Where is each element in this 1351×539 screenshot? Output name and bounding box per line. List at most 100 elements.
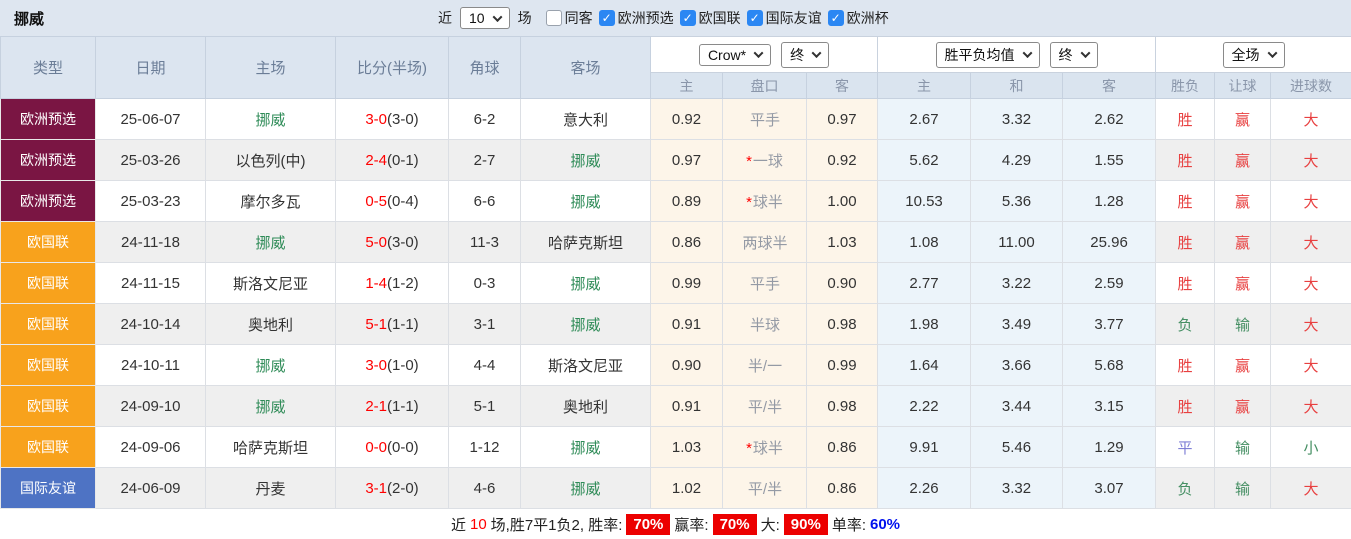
filter-label: 欧国联 bbox=[699, 8, 741, 28]
fulltime-score: 2-4 bbox=[365, 152, 387, 169]
col-header-date[interactable]: 日期 bbox=[96, 37, 206, 99]
europe-away-odds-cell: 25.96 bbox=[1063, 222, 1156, 263]
europe-odds-select-band: 胜平负均值 终 bbox=[878, 37, 1156, 73]
europe-draw-odds-cell: 3.32 bbox=[971, 99, 1063, 140]
away-team-cell[interactable]: 意大利 bbox=[521, 99, 651, 140]
filter-checkbox-欧国联[interactable] bbox=[680, 10, 696, 26]
home-team-cell[interactable]: 摩尔多瓦 bbox=[206, 181, 336, 222]
fulltime-score: 3-1 bbox=[365, 480, 387, 497]
handicap-cell: 两球半 bbox=[723, 222, 807, 263]
col-header-type[interactable]: 类型 bbox=[1, 37, 96, 99]
filter-checkbox-欧洲杯[interactable] bbox=[828, 10, 844, 26]
table-row[interactable]: 欧国联 24-09-10 挪威 2-1(1-1) 5-1 奥地利 0.91 平/… bbox=[1, 386, 1351, 427]
corner-score-cell: 11-3 bbox=[449, 222, 521, 263]
subcol-asia-home[interactable]: 主 bbox=[651, 73, 723, 99]
subcol-eu-draw[interactable]: 和 bbox=[971, 73, 1063, 99]
bookmaker-select[interactable]: Crow* bbox=[699, 44, 771, 66]
home-team-cell[interactable]: 丹麦 bbox=[206, 468, 336, 509]
away-team-cell[interactable]: 奥地利 bbox=[521, 386, 651, 427]
home-team-cell[interactable]: 奥地利 bbox=[206, 304, 336, 345]
match-date-cell: 24-11-18 bbox=[96, 222, 206, 263]
away-team-cell[interactable]: 挪威 bbox=[521, 140, 651, 181]
subcol-eu-home[interactable]: 主 bbox=[878, 73, 971, 99]
table-row[interactable]: 欧洲预选 25-06-07 挪威 3-0(3-0) 6-2 意大利 0.92 平… bbox=[1, 99, 1351, 140]
table-row[interactable]: 国际友谊 24-06-09 丹麦 3-1(2-0) 4-6 挪威 1.02 平/… bbox=[1, 468, 1351, 509]
home-team-cell[interactable]: 哈萨克斯坦 bbox=[206, 427, 336, 468]
col-header-corner[interactable]: 角球 bbox=[449, 37, 521, 99]
europe-draw-odds-cell: 4.29 bbox=[971, 140, 1063, 181]
table-row[interactable]: 欧国联 24-11-15 斯洛文尼亚 1-4(1-2) 0-3 挪威 0.99 … bbox=[1, 263, 1351, 304]
away-team-cell[interactable]: 斯洛文尼亚 bbox=[521, 345, 651, 386]
subcol-asia-handicap[interactable]: 盘口 bbox=[723, 73, 807, 99]
home-team-cell[interactable]: 以色列(中) bbox=[206, 140, 336, 181]
home-team-cell[interactable]: 挪威 bbox=[206, 345, 336, 386]
filter-list: 同客欧洲预选 欧国联国际友谊 欧洲杯 bbox=[540, 8, 889, 28]
handicap-cell: *球半 bbox=[723, 427, 807, 468]
europe-home-odds-cell: 1.98 bbox=[878, 304, 971, 345]
subcol-asia-away[interactable]: 客 bbox=[807, 73, 878, 99]
filter-item: 欧国联 bbox=[680, 8, 741, 28]
asia-odds-state-select[interactable]: 终 bbox=[781, 42, 829, 68]
score-cell: 5-0(3-0) bbox=[336, 222, 449, 263]
subcol-result[interactable]: 胜负 bbox=[1156, 73, 1215, 99]
col-header-away[interactable]: 客场 bbox=[521, 37, 651, 99]
handicap-value: 半球 bbox=[750, 317, 780, 334]
europe-odds-state-select[interactable]: 终 bbox=[1050, 42, 1098, 68]
filter-checkbox-欧洲预选[interactable] bbox=[599, 10, 615, 26]
filter-item: 国际友谊 bbox=[747, 8, 822, 28]
match-date-cell: 24-10-11 bbox=[96, 345, 206, 386]
scope-select[interactable]: 全场 bbox=[1223, 42, 1285, 68]
subcol-eu-away[interactable]: 客 bbox=[1063, 73, 1156, 99]
filter-checkbox-国际友谊[interactable] bbox=[747, 10, 763, 26]
col-header-home[interactable]: 主场 bbox=[206, 37, 336, 99]
filter-item: 欧洲预选 bbox=[599, 8, 674, 28]
col-header-score[interactable]: 比分(半场) bbox=[336, 37, 449, 99]
match-type-cell: 欧国联 bbox=[1, 304, 96, 345]
home-team-cell[interactable]: 挪威 bbox=[206, 386, 336, 427]
handicap-value: 平/半 bbox=[748, 399, 782, 416]
europe-odds-select[interactable]: 胜平负均值 bbox=[936, 42, 1040, 68]
match-date-cell: 25-03-23 bbox=[96, 181, 206, 222]
handicap-result-cell: 输 bbox=[1215, 427, 1271, 468]
filter-checkbox-同客[interactable] bbox=[546, 10, 562, 26]
away-team-cell[interactable]: 挪威 bbox=[521, 181, 651, 222]
away-team-cell[interactable]: 挪威 bbox=[521, 304, 651, 345]
home-team-cell[interactable]: 挪威 bbox=[206, 222, 336, 263]
handicap-result-cell: 赢 bbox=[1215, 263, 1271, 304]
table-row[interactable]: 欧洲预选 25-03-23 摩尔多瓦 0-5(0-4) 6-6 挪威 0.89 … bbox=[1, 181, 1351, 222]
filter-label: 同客 bbox=[565, 8, 593, 28]
europe-away-odds-cell: 1.55 bbox=[1063, 140, 1156, 181]
filter-label: 欧洲杯 bbox=[847, 8, 889, 28]
filter-item: 同客 bbox=[546, 8, 593, 28]
subcol-goals[interactable]: 进球数 bbox=[1271, 73, 1351, 99]
europe-away-odds-cell: 1.29 bbox=[1063, 427, 1156, 468]
result-cell: 胜 bbox=[1156, 345, 1215, 386]
subcol-handicap-result[interactable]: 让球 bbox=[1215, 73, 1271, 99]
halftime-score: (3-0) bbox=[387, 234, 419, 251]
away-team-cell[interactable]: 挪威 bbox=[521, 427, 651, 468]
handicap-cell: 平/半 bbox=[723, 468, 807, 509]
asia-home-odds-cell: 0.89 bbox=[651, 181, 723, 222]
away-team-cell[interactable]: 挪威 bbox=[521, 468, 651, 509]
table-row[interactable]: 欧国联 24-10-11 挪威 3-0(1-0) 4-4 斯洛文尼亚 0.90 … bbox=[1, 345, 1351, 386]
table-row[interactable]: 欧洲预选 25-03-26 以色列(中) 2-4(0-1) 2-7 挪威 0.9… bbox=[1, 140, 1351, 181]
asia-away-odds-cell: 1.00 bbox=[807, 181, 878, 222]
recent-count-select[interactable]: 10 bbox=[460, 7, 510, 29]
handicap-value: 平手 bbox=[750, 112, 780, 129]
corner-score-cell: 0-3 bbox=[449, 263, 521, 304]
summary-recent-label: 近 bbox=[451, 514, 466, 535]
table-row[interactable]: 欧国联 24-11-18 挪威 5-0(3-0) 11-3 哈萨克斯坦 0.86… bbox=[1, 222, 1351, 263]
goals-result-cell: 大 bbox=[1271, 345, 1351, 386]
summary-record: 场,胜7平1负2, 胜率: bbox=[491, 514, 623, 535]
away-team-cell[interactable]: 挪威 bbox=[521, 263, 651, 304]
summary-footer: 近10场,胜7平1负2, 胜率: 70% 赢率: 70% 大: 90% 单率:6… bbox=[0, 509, 1351, 539]
home-team-cell[interactable]: 斯洛文尼亚 bbox=[206, 263, 336, 304]
table-row[interactable]: 欧国联 24-09-06 哈萨克斯坦 0-0(0-0) 1-12 挪威 1.03… bbox=[1, 427, 1351, 468]
away-team-cell[interactable]: 哈萨克斯坦 bbox=[521, 222, 651, 263]
table-row[interactable]: 欧国联 24-10-14 奥地利 5-1(1-1) 3-1 挪威 0.91 半球… bbox=[1, 304, 1351, 345]
handicap-result-cell: 赢 bbox=[1215, 386, 1271, 427]
asia-home-odds-cell: 1.03 bbox=[651, 427, 723, 468]
single-rate-value: 60% bbox=[870, 516, 900, 533]
home-team-cell[interactable]: 挪威 bbox=[206, 99, 336, 140]
europe-draw-odds-cell: 11.00 bbox=[971, 222, 1063, 263]
